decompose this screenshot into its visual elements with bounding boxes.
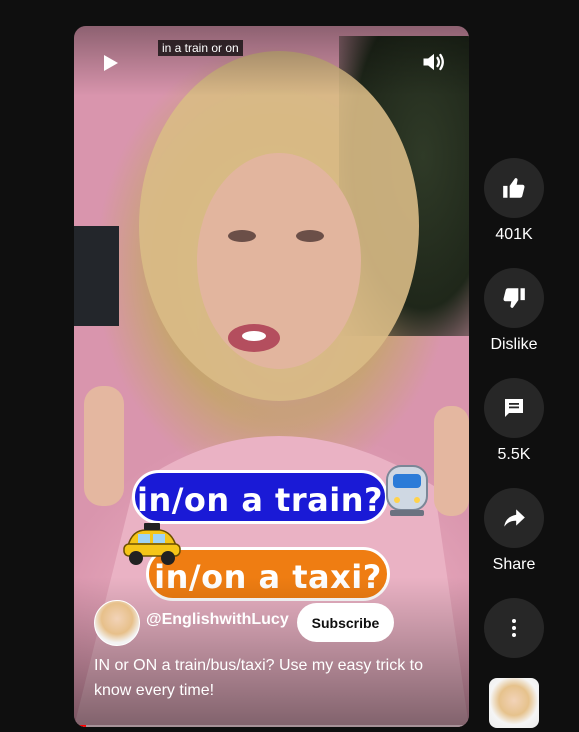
player-bottom-gradient (74, 577, 469, 727)
sticker-train-text: in/on a train? (132, 470, 388, 524)
thumb-up-icon (503, 178, 525, 198)
subscribe-button[interactable]: Subscribe (297, 603, 394, 642)
channel-avatar[interactable] (94, 600, 140, 646)
channel-name-link[interactable]: @EnglishwithLucy (146, 611, 289, 629)
share-label: Share (492, 556, 536, 573)
dislike-button[interactable] (484, 268, 544, 328)
shorts-player[interactable]: in a train or on in/on a train? in/on a … (74, 26, 469, 727)
share-button[interactable] (484, 488, 544, 548)
thumb-down-icon (503, 288, 525, 308)
progress-bar-fill (74, 725, 86, 727)
player-top-gradient (74, 26, 469, 96)
like-button[interactable] (484, 158, 544, 218)
play-button[interactable] (98, 51, 122, 75)
taxi-emoji-icon (123, 523, 181, 565)
more-vertical-icon (512, 619, 516, 637)
more-options-button[interactable] (484, 598, 544, 658)
comment-icon (505, 399, 523, 417)
video-description[interactable]: IN or ON a train/bus/taxi? Use my easy t… (94, 653, 444, 703)
volume-button[interactable] (420, 48, 448, 76)
progress-bar[interactable] (74, 725, 469, 727)
train-emoji-icon (386, 465, 428, 516)
audio-source-thumbnail[interactable] (489, 678, 539, 728)
dislike-label: Dislike (490, 336, 538, 353)
closed-caption: in a train or on (158, 40, 243, 56)
play-icon (104, 55, 118, 71)
like-count: 401K (495, 226, 533, 243)
comment-count: 5.5K (497, 446, 531, 463)
comments-button[interactable] (484, 378, 544, 438)
share-icon (504, 509, 525, 527)
volume-icon (423, 53, 444, 71)
